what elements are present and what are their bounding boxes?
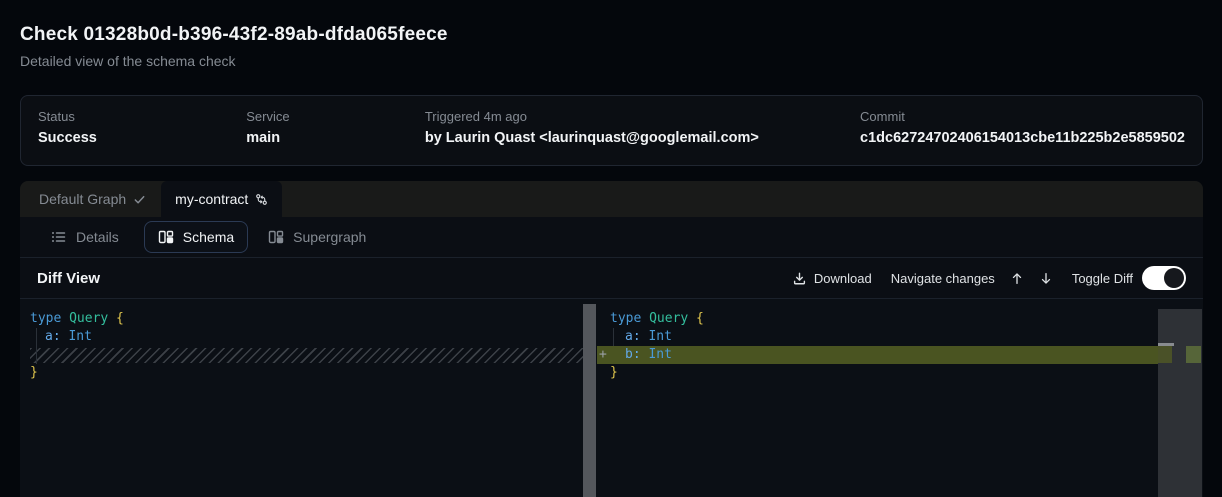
contract-tab-strip: Default Graph my-contract [20,181,1203,217]
keyword-token: type [610,311,641,326]
code-before: type Query { a: Int } [20,299,583,382]
code-after: type Query { a: Int + b: Int } [597,299,1158,382]
arrow-up-icon [1010,271,1024,286]
diff-view-header: Diff View Download Navigate changes [20,258,1203,298]
typename-token: Query [69,311,108,326]
added-line-marker: + [599,346,607,364]
tab-my-contract[interactable]: my-contract [161,181,282,217]
service-value: main [246,130,425,146]
code-line: type Query { [597,310,1158,328]
previous-change-button[interactable] [1010,271,1024,286]
scalar-token: Int [648,347,671,362]
next-change-button[interactable] [1039,271,1053,286]
download-icon [792,271,807,286]
field-token: a: [45,329,61,344]
git-compare-icon [255,193,268,206]
tab-details-label: Details [76,229,119,245]
toggle-diff-switch[interactable] [1142,266,1186,290]
tab-default-graph-label: Default Graph [39,191,126,207]
list-icon [51,229,67,245]
status-column: Status Success [38,109,246,146]
commit-value: c1dc62724702406154013cbe11b225b2e5859502 [860,130,1185,146]
service-label: Service [246,109,425,124]
diff-controls: Download Navigate changes Toggle Diff [792,266,1186,290]
diff-placeholder-row [30,346,583,364]
tab-schema-label: Schema [183,229,234,245]
schema-diff-editor: type Query { a: Int } type Query { a: Int + b: I… [20,298,1203,497]
code-line: type Query { [30,310,583,328]
columns-icon [268,229,284,245]
check-icon [133,193,146,206]
code-line: a: Int [597,328,1158,346]
brace-token: } [30,365,38,380]
code-line: a: Int [30,328,583,346]
check-detail-card: Default Graph my-contract Details [20,181,1203,497]
left-pane-scrollbar[interactable] [583,304,596,497]
scalar-token: Int [68,329,91,344]
tab-supergraph[interactable]: Supergraph [254,221,380,253]
code-line: } [597,364,1158,382]
brace-token: } [610,365,618,380]
diff-pane-before[interactable]: type Query { a: Int } [20,299,583,497]
overview-ruler-added-marker [1186,346,1201,363]
commit-column: Commit c1dc62724702406154013cbe11b225b2e… [860,109,1185,146]
page-subtitle: Detailed view of the schema check [20,53,448,69]
minimap[interactable] [1158,309,1202,497]
diff-pane-after[interactable]: type Query { a: Int + b: Int } [597,299,1158,497]
download-button[interactable]: Download [792,271,872,286]
status-label: Status [38,109,246,124]
switch-knob [1164,268,1184,288]
brace-token: { [116,311,124,326]
hatch-pattern [30,348,583,363]
columns-icon [158,229,174,245]
field-token: b: [625,347,641,362]
minimap-added-line [1158,346,1172,363]
view-tabs: Details Schema Supergraph [20,217,1203,258]
field-token: a: [625,329,641,344]
status-card: Status Success Service main Triggered 4m… [20,95,1203,166]
typename-token: Query [649,311,688,326]
indent-guide [36,328,37,364]
toggle-diff-label: Toggle Diff [1072,271,1133,286]
added-code-line: + b: Int [597,346,1158,364]
arrow-down-icon [1039,271,1053,286]
tab-supergraph-label: Supergraph [293,229,366,245]
triggered-value: by Laurin Quast <laurinquast@googlemail.… [425,130,860,146]
diff-view-title: Diff View [37,270,100,287]
commit-label: Commit [860,109,1185,124]
page-title: Check 01328b0d-b396-43f2-89ab-dfda065fee… [20,24,448,46]
tab-details[interactable]: Details [37,221,133,253]
tab-default-graph[interactable]: Default Graph [29,181,156,217]
keyword-token: type [30,311,61,326]
triggered-column: Triggered 4m ago by Laurin Quast <laurin… [425,109,860,146]
triggered-label: Triggered 4m ago [425,109,860,124]
tab-schema[interactable]: Schema [144,221,248,253]
tab-my-contract-label: my-contract [175,191,248,207]
brace-token: { [696,311,704,326]
page-header: Check 01328b0d-b396-43f2-89ab-dfda065fee… [20,24,448,69]
download-label: Download [814,271,872,286]
service-column: Service main [246,109,425,146]
status-value: Success [38,130,246,146]
code-line: } [30,364,583,382]
navigate-changes-label: Navigate changes [891,271,995,286]
scalar-token: Int [648,329,671,344]
